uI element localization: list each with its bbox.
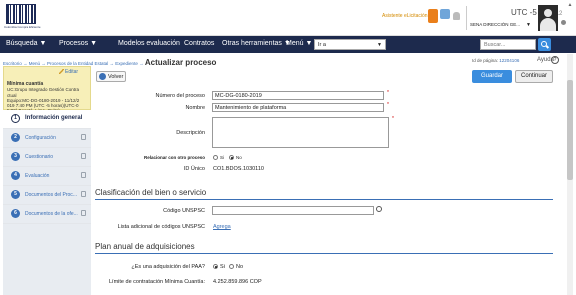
chevron-down-icon: ▼ [377,42,382,48]
unique-id-value: CO1.BDOS.1030110 [213,166,264,172]
logo-caption: Colombia Compra Eficiente [4,25,41,29]
help-icon[interactable]: ? [551,56,559,64]
info-line: UC:Grupo Integrado Gestión Contra [7,87,80,93]
step-label: Documentos del Proc... [25,192,77,198]
page-title: Actualizar proceso [144,58,217,67]
scroll-up-arrow-icon[interactable]: ▲ [567,2,573,8]
save-button[interactable]: Guardar [472,70,512,83]
paa-no-label: No [236,264,244,270]
step-evaluacion[interactable]: 4 Evaluación [3,167,91,186]
limit-value: 4.252.859.896 COP [213,279,262,285]
unspsc-field[interactable] [212,206,374,215]
clock-zone: UTC -5 [511,8,537,17]
required-marker: * [387,90,389,96]
step-cuestionario[interactable]: 3 Cuestionario [3,148,91,167]
pencil-icon[interactable] [59,69,64,74]
required-marker: * [392,116,394,122]
extra-unspsc-label: Lista adicional de códigos UNSPSC [117,224,205,230]
section-clasificacion: Clasificación del bien o servicio [95,186,553,200]
page-id-value[interactable]: 12204106 [499,58,519,63]
step-configuracion[interactable]: 2 Configuración [3,129,91,148]
name-label: Nombre [185,105,205,111]
nav-procesos[interactable]: Procesos ▼ [59,40,97,47]
step-label: Evaluación [25,173,50,179]
back-arrow-icon [99,73,106,80]
lock-icon [81,134,86,140]
step-label: Documentos de la ofe... [25,211,78,217]
message-icon[interactable] [440,9,450,19]
chat-icon[interactable] [428,9,438,23]
chevron-down-icon[interactable]: ▼ [526,22,531,28]
step-documentos-oferta[interactable]: 6 Documentos de la ofe... [3,205,91,224]
settings-gear-icon[interactable] [561,20,566,25]
step-number: 3 [11,152,20,161]
related-yes-label: Si [220,155,225,160]
step-informacion-general[interactable]: 1 Información general [3,110,91,129]
related-no-label: No [236,155,242,160]
related-process-label: Relacionar con otro proceso [143,155,205,160]
related-yes-radio[interactable] [213,155,218,160]
top-header: Colombia Compra Eficiente Asistente eLic… [0,0,576,36]
related-no-radio[interactable] [229,155,234,160]
name-field[interactable]: Mantenimiento de plataforma [212,103,384,112]
search-icon-handle [545,45,550,49]
barcode-logo-icon [6,4,36,24]
user-avatar[interactable] [538,5,558,31]
avatar-head-shape [544,9,552,17]
nav-menu[interactable]: Menú ▼ [286,40,312,47]
step-number: 4 [11,171,20,180]
paa-yes-label: Si [220,264,225,270]
paa-label: ¿Es una adquisición del PAA? [131,264,205,270]
page-id: Id de página: 12204106 [472,58,519,63]
company-selector[interactable]: SENA DIRECCIÓN GE... [470,22,520,27]
search-input[interactable] [480,39,536,50]
continue-button[interactable]: Continuar [515,70,553,83]
limit-label: Límite de contratación Mínima Cuantía: [109,279,205,285]
unique-id-label: ID Único [183,166,205,172]
notification-bell-icon[interactable] [453,12,460,20]
step-label: Configuración [25,135,56,141]
step-label: Información general [25,115,83,121]
page-id-label: Id de página: [472,58,499,63]
required-marker: * [387,102,389,108]
lock-icon [81,210,86,216]
colombia-compra-logo[interactable]: Colombia Compra Eficiente [4,4,41,30]
lock-icon [81,172,86,178]
lock-icon [81,191,86,197]
description-label: Descripción [176,130,205,136]
lock-icon [81,153,86,159]
avatar-body-shape [540,18,556,31]
process-number-label: Número del proceso [155,93,205,99]
section-plan-anual: Plan anual de adquisiciones [95,240,553,254]
assistant-link[interactable]: Asistente eLicitación [382,13,428,19]
nav-contratos[interactable]: Contratos [184,40,214,47]
step-documentos-proceso[interactable]: 5 Documentos del Proc... [3,186,91,205]
scrollbar-thumb[interactable] [567,80,573,180]
search-button[interactable] [538,38,551,51]
goto-select[interactable]: Ir a ▼ [314,39,386,50]
paa-no-radio[interactable] [229,264,234,269]
nav-otras-herramientas[interactable]: Otras herramientas ▼ [222,40,291,47]
paa-yes-radio[interactable] [213,264,218,269]
search-icon[interactable] [376,206,382,212]
nav-modelos-evaluacion[interactable]: Modelos evaluación [118,40,180,47]
nav-busqueda[interactable]: Búsqueda ▼ [6,40,46,47]
step-number: 1 [11,114,20,123]
header-divider [466,6,467,30]
unspsc-label: Código UNSPSC [163,208,205,214]
step-number: 5 [11,190,20,199]
description-textarea[interactable] [212,117,389,148]
step-number: 6 [11,209,20,218]
goto-value: Ir a [318,42,326,48]
step-label: Cuestionario [25,154,54,160]
process-number-field[interactable]: MC-DG-0180-2019 [212,91,384,100]
edit-link[interactable]: Editar [65,69,78,75]
step-number: 2 [11,133,20,142]
main-navbar: Búsqueda ▼ Procesos ▼ Modelos evaluación… [0,36,576,53]
add-unspsc-link[interactable]: Agrega [213,224,231,230]
process-sidebar: Mínima cuantía UC:Grupo Integrado Gestió… [3,66,91,295]
